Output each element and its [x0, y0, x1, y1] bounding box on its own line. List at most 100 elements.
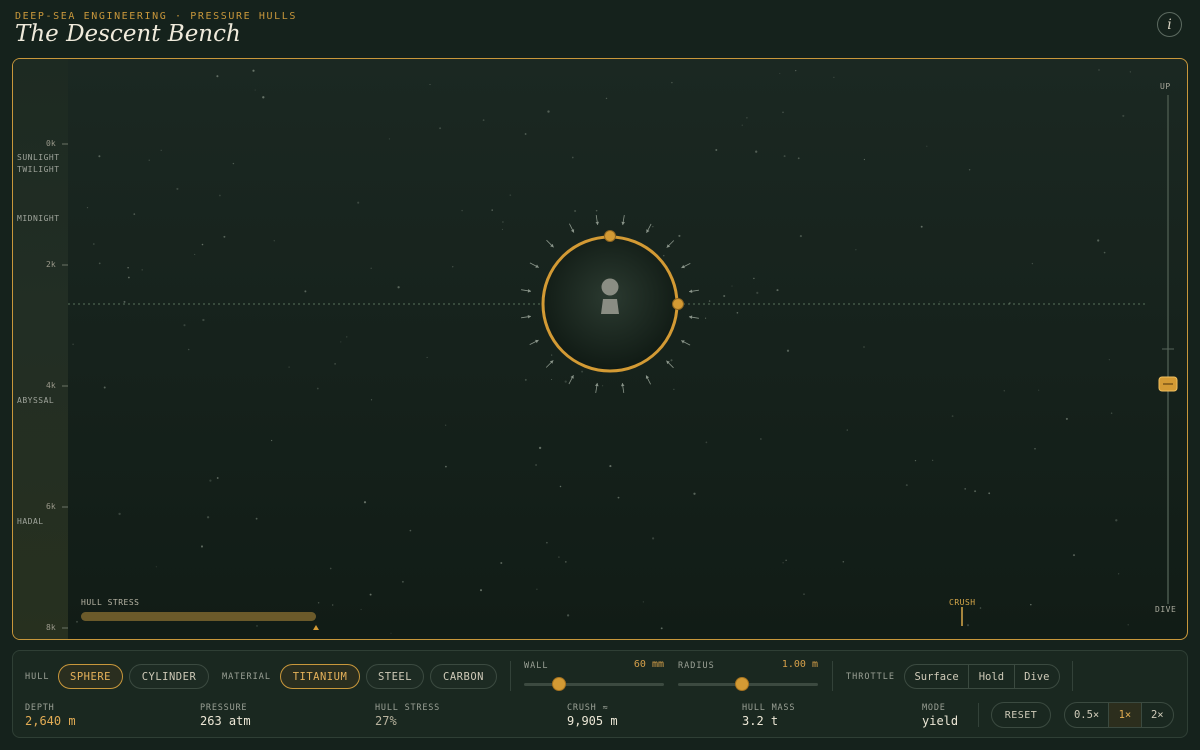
reset-button[interactable]: RESET	[991, 702, 1051, 728]
particle	[141, 269, 143, 271]
crush-stat-value: 9,905 m	[567, 714, 618, 728]
particle	[160, 149, 162, 151]
pilot-head-icon	[601, 278, 619, 296]
particle	[753, 277, 755, 280]
particle	[783, 155, 786, 158]
throttle-surface-button[interactable]: Surface	[905, 665, 970, 688]
particle	[155, 566, 157, 568]
hull-mass-stat-label: HULL MASS	[742, 703, 796, 713]
wall-slider-thumb[interactable]	[552, 677, 566, 691]
depth-tick: 6k	[46, 502, 56, 511]
particle	[98, 155, 101, 158]
speed-2x-button[interactable]: 2×	[1142, 703, 1173, 727]
particle	[201, 243, 204, 246]
particle	[509, 194, 512, 196]
particle	[538, 446, 542, 450]
stress-point-top	[604, 230, 616, 242]
speed-half-button[interactable]: 0.5×	[1065, 703, 1110, 727]
particle	[390, 632, 392, 634]
particle	[1031, 262, 1034, 265]
particle	[663, 255, 665, 257]
wall-label: WALL	[524, 661, 549, 671]
pressure-arrow-head	[595, 383, 599, 387]
material-carbon-button[interactable]: CARBON	[430, 664, 497, 689]
particle	[340, 341, 342, 343]
particle	[232, 162, 235, 165]
hull-stress-stat-label: HULL STRESS	[375, 703, 441, 713]
particle	[370, 399, 373, 401]
mode-stat-value: yield	[922, 714, 959, 728]
particle	[760, 438, 762, 440]
hull-stress-stat-value: 27%	[375, 714, 397, 728]
particle	[98, 262, 101, 265]
speed-segment: 0.5× 1× 2×	[1064, 702, 1174, 728]
ocean-field	[68, 69, 1178, 634]
particle	[1038, 389, 1040, 391]
particle	[148, 159, 150, 161]
particle	[1098, 69, 1100, 71]
particle	[316, 387, 319, 390]
stress-point-right	[672, 298, 684, 310]
wall-slider-track[interactable]	[524, 683, 664, 686]
zone-sunlight: SUNLIGHT	[17, 153, 60, 162]
particle	[329, 567, 332, 570]
hull-cylinder-button[interactable]: CYLINDER	[129, 664, 209, 689]
material-steel-button[interactable]: STEEL	[366, 664, 424, 689]
particle	[397, 286, 400, 289]
particle	[602, 385, 604, 387]
particle	[524, 378, 527, 381]
particle	[1115, 519, 1118, 522]
particle	[705, 317, 707, 319]
particle	[559, 485, 562, 488]
hull-stress-label: HULL STRESS	[81, 598, 140, 607]
particle	[1110, 412, 1113, 414]
throttle-hold-button[interactable]: Hold	[969, 665, 1015, 688]
info-icon[interactable]: i	[1157, 12, 1182, 37]
particle	[673, 388, 675, 390]
particle	[678, 234, 681, 237]
hull-sphere-button[interactable]: SPHERE	[58, 664, 123, 689]
particle	[332, 604, 334, 606]
particle	[270, 439, 273, 442]
particle	[445, 424, 447, 426]
particle	[479, 589, 483, 592]
crush-label: CRUSH	[949, 598, 976, 607]
particle	[524, 133, 527, 135]
throttle-dive-button[interactable]: Dive	[1015, 665, 1059, 688]
zone-abyssal: ABYSSAL	[17, 396, 55, 405]
particle	[535, 463, 538, 467]
particle	[855, 249, 857, 251]
particle	[785, 559, 787, 561]
particle	[846, 429, 848, 431]
particle	[671, 81, 673, 84]
particle	[741, 124, 743, 126]
particle	[546, 541, 548, 544]
particle	[187, 348, 190, 351]
zone-hadal: HADAL	[17, 517, 44, 526]
gauge-tick-marks	[62, 143, 68, 629]
particle	[288, 366, 290, 368]
particle	[346, 336, 348, 338]
particle	[842, 560, 845, 563]
divider	[978, 703, 979, 727]
particle	[536, 588, 538, 590]
depth-tick: 0k	[46, 139, 56, 148]
hull-label: HULL	[25, 672, 50, 682]
particle	[782, 111, 784, 114]
particle	[564, 380, 567, 383]
particle	[863, 158, 865, 161]
speed-1x-button[interactable]: 1×	[1109, 703, 1142, 727]
particle	[194, 253, 196, 255]
particle	[256, 625, 258, 627]
hull-stress-fill	[81, 612, 316, 621]
particle	[202, 318, 205, 322]
particle	[968, 169, 971, 171]
particle	[76, 620, 78, 623]
particle	[581, 370, 584, 373]
particle	[1003, 390, 1005, 392]
particle	[255, 517, 258, 520]
particle	[482, 119, 485, 121]
particle	[617, 496, 620, 499]
material-titanium-button[interactable]: TITANIUM	[280, 664, 360, 689]
particle	[966, 624, 970, 627]
